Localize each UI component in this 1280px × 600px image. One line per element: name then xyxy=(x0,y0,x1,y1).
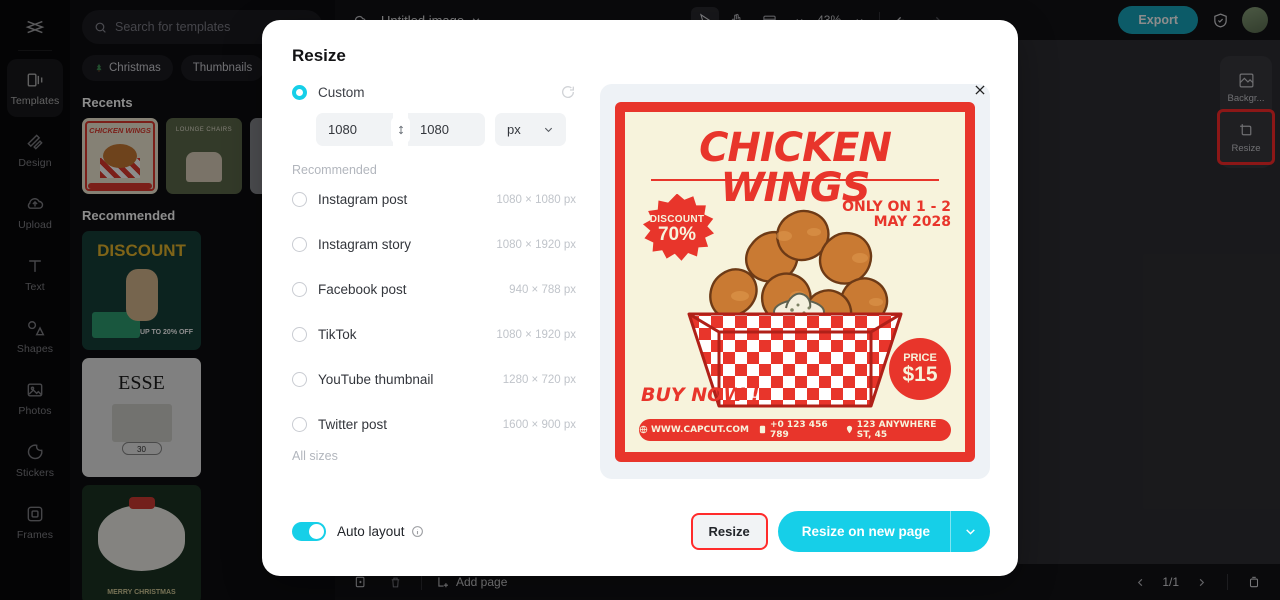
poster-preview: CHICKEN WINGS DISCOUNT 70% ONLY ON 1 - 2… xyxy=(615,101,975,462)
globe-icon xyxy=(639,425,648,434)
poster-footer: WWW.CAPCUT.COM +0 123 456 789 123 ANYWHE… xyxy=(639,418,951,441)
date-line-1: ONLY ON 1 - 2 xyxy=(842,198,951,215)
preset-label: Twitter post xyxy=(318,417,388,432)
option-custom[interactable]: Custom xyxy=(292,84,576,100)
radio-tiktok[interactable] xyxy=(292,327,307,342)
dialog-footer: Auto layout Resize Resize on new page xyxy=(292,511,990,552)
discount-label: DISCOUNT xyxy=(649,213,705,225)
all-sizes-link[interactable]: All sizes xyxy=(292,449,576,463)
preset-twitter-post[interactable]: Twitter post 1600 × 900 px xyxy=(292,402,576,447)
date-line-2: MAY 2028 xyxy=(873,214,951,231)
preset-instagram-story[interactable]: Instagram story 1080 × 1920 px xyxy=(292,222,576,267)
poster-cta: BUY NOW ! xyxy=(641,383,760,406)
preview-container: CHICKEN WINGS DISCOUNT 70% ONLY ON 1 - 2… xyxy=(600,84,990,479)
footer-actions: Resize Resize on new page xyxy=(690,511,990,552)
radio-youtube-thumbnail[interactable] xyxy=(292,372,307,387)
resize-on-new-page-button[interactable]: Resize on new page xyxy=(777,511,990,552)
rail-scrim xyxy=(0,0,70,600)
poster-inner: CHICKEN WINGS DISCOUNT 70% ONLY ON 1 - 2… xyxy=(622,108,968,455)
auto-layout-toggle[interactable] xyxy=(292,522,326,541)
preset-label: Facebook post xyxy=(318,282,407,297)
info-icon[interactable] xyxy=(411,525,424,538)
resize-on-new-page-label: Resize on new page xyxy=(801,524,930,539)
price-value: $15 xyxy=(902,363,938,386)
preview-column: CHICKEN WINGS DISCOUNT 70% ONLY ON 1 - 2… xyxy=(600,84,990,479)
preset-facebook-post[interactable]: Facebook post 940 × 788 px xyxy=(292,267,576,312)
preset-label: TikTok xyxy=(318,327,357,342)
size-options-column: Custom px Recommended xyxy=(292,84,576,479)
unit-select[interactable]: px xyxy=(495,113,566,146)
radio-facebook-post[interactable] xyxy=(292,282,307,297)
discount-value: 70% xyxy=(657,223,697,245)
unit-value: px xyxy=(507,122,521,137)
poster-date: ONLY ON 1 - 2 MAY 2028 xyxy=(842,198,951,231)
resize-button[interactable]: Resize xyxy=(690,513,768,550)
radio-instagram-post[interactable] xyxy=(292,192,307,207)
preset-label: Instagram post xyxy=(318,192,408,207)
poster-rule xyxy=(651,178,939,181)
location-pin-icon xyxy=(845,425,854,434)
resize-dialog: Resize Custom px xyxy=(262,20,1018,576)
preset-size: 940 × 788 px xyxy=(509,283,576,296)
footer-phone: +0 123 456 789 xyxy=(758,420,836,440)
radio-twitter-post[interactable] xyxy=(292,417,307,432)
option-label-custom: Custom xyxy=(318,84,365,100)
recommended-label: Recommended xyxy=(292,163,377,177)
toggle-knob xyxy=(309,524,324,539)
chevron-down-icon[interactable] xyxy=(951,525,990,538)
radio-custom[interactable] xyxy=(292,84,307,100)
website-text: WWW.CAPCUT.COM xyxy=(651,424,749,435)
preset-label: YouTube thumbnail xyxy=(318,372,434,387)
swap-lock-icon[interactable] xyxy=(392,117,409,142)
address-text: 123 ANYWHERE ST, 45 xyxy=(856,419,937,440)
preset-size: 1080 × 1920 px xyxy=(496,238,576,251)
width-input[interactable] xyxy=(316,113,393,146)
height-input[interactable] xyxy=(408,113,485,146)
close-icon[interactable] xyxy=(968,78,992,102)
preset-tiktok[interactable]: TikTok 1080 × 1920 px xyxy=(292,312,576,357)
phone-text: +0 123 456 789 xyxy=(769,419,828,440)
preset-size: 1280 × 720 px xyxy=(502,373,576,386)
dialog-title: Resize xyxy=(292,46,346,65)
preset-instagram-post[interactable]: Instagram post 1080 × 1080 px xyxy=(292,177,576,222)
preset-size: 1600 × 900 px xyxy=(502,418,576,431)
preset-label: Instagram story xyxy=(318,237,412,252)
preset-size: 1080 × 1080 px xyxy=(496,193,576,206)
preset-youtube-thumbnail[interactable]: YouTube thumbnail 1280 × 720 px xyxy=(292,357,576,402)
price-badge: PRICE $15 xyxy=(889,337,951,400)
custom-dimensions: px xyxy=(292,113,576,146)
reset-icon[interactable] xyxy=(560,84,576,100)
auto-layout-label: Auto layout xyxy=(337,524,405,539)
phone-icon xyxy=(758,425,767,434)
chevron-down-icon xyxy=(543,124,554,135)
footer-address: 123 ANYWHERE ST, 45 xyxy=(845,420,951,440)
radio-instagram-story[interactable] xyxy=(292,237,307,252)
dialog-body: Custom px Recommended xyxy=(292,84,990,479)
preset-size: 1080 × 1920 px xyxy=(496,328,576,341)
footer-website: WWW.CAPCUT.COM xyxy=(639,425,749,435)
